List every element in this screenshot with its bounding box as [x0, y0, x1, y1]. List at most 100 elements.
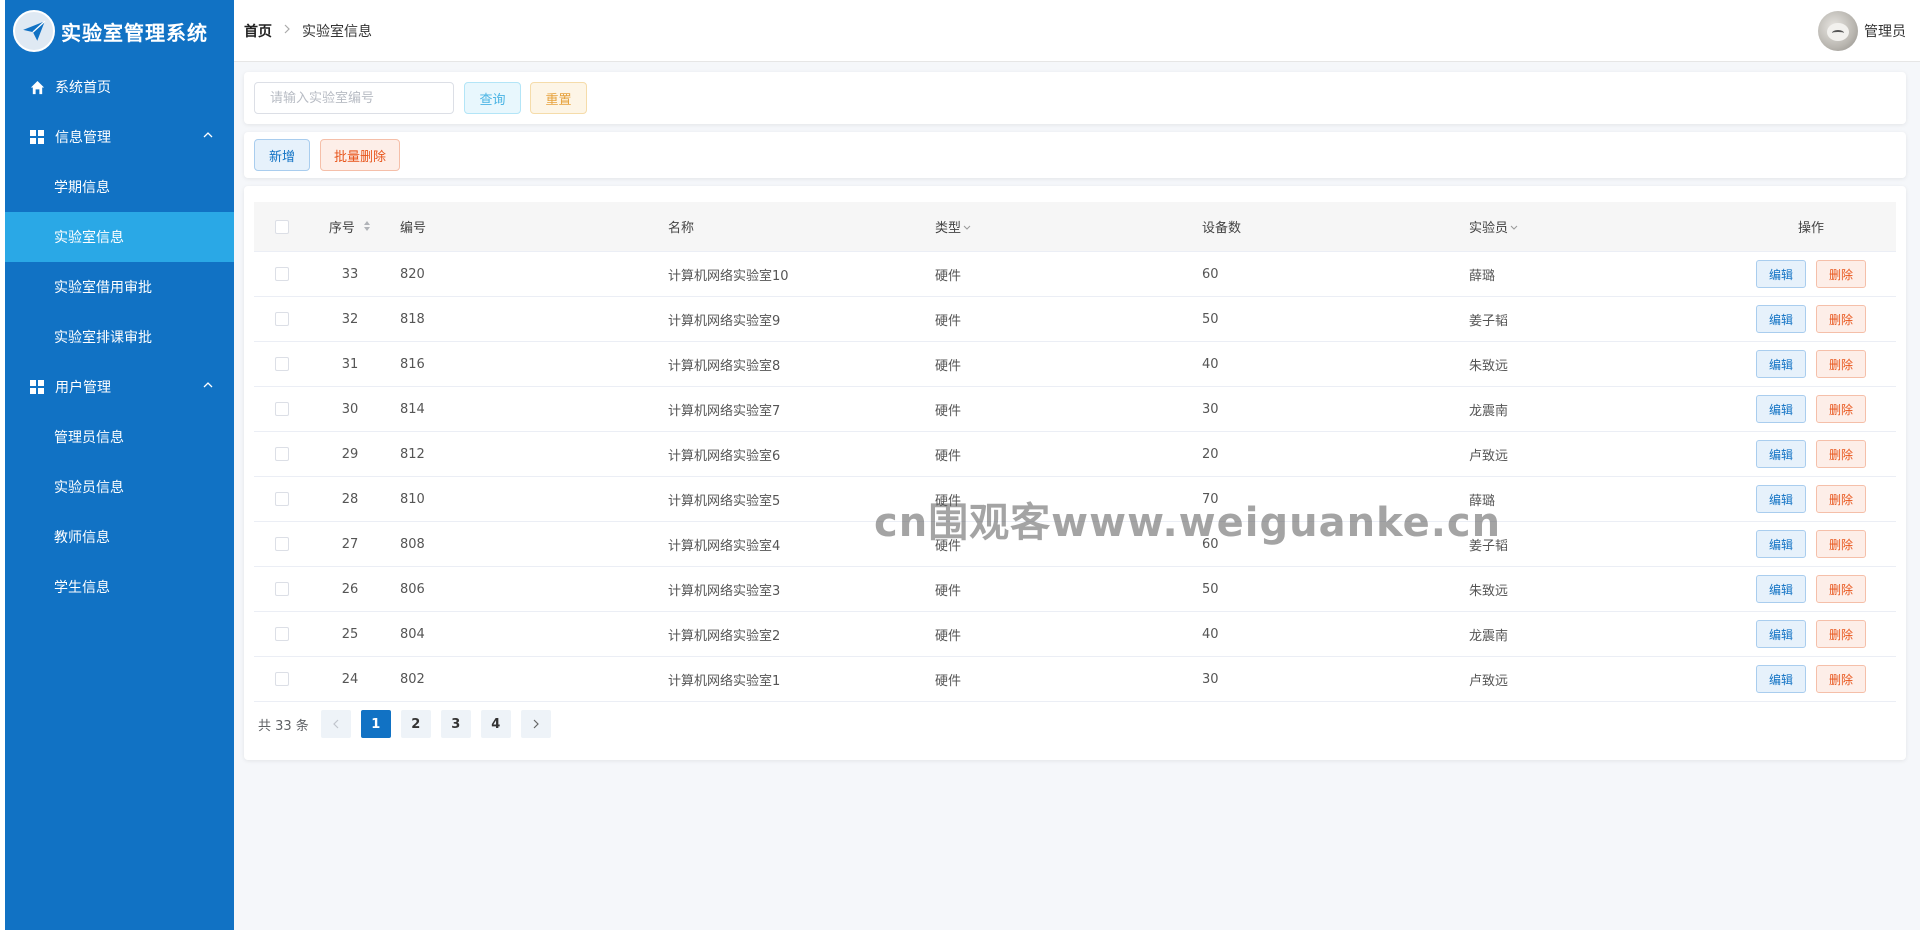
sidebar-item-teacher-info[interactable]: 教师信息 [5, 512, 234, 562]
page-button-3[interactable]: 3 [440, 710, 471, 738]
query-button[interactable]: 查询 [464, 82, 521, 114]
search-panel: 查询 重置 [244, 72, 1906, 124]
cell-code: 816 [400, 356, 425, 372]
cell-staff: 薛璐 [1469, 493, 1496, 509]
sidebar-group-users[interactable]: 用户管理 [5, 362, 234, 412]
edit-button[interactable]: 编辑 [1755, 260, 1806, 288]
row-checkbox[interactable] [275, 267, 289, 281]
delete-button[interactable]: 删除 [1816, 395, 1867, 423]
row-checkbox[interactable] [275, 537, 289, 551]
cell-ops: 编辑 删除 [1726, 440, 1896, 468]
chevron-left-icon [332, 719, 339, 729]
select-all-checkbox[interactable] [275, 219, 289, 234]
cell-name: 计算机网络实验室2 [668, 628, 781, 644]
sidebar-item-student-info[interactable]: 学生信息 [5, 562, 234, 612]
grid-icon [29, 129, 45, 145]
chevron-down-icon[interactable] [1510, 224, 1518, 234]
reset-button[interactable]: 重置 [530, 82, 587, 114]
sidebar-group-label: 用户管理 [55, 380, 111, 396]
delete-button[interactable]: 删除 [1816, 485, 1867, 513]
sidebar-item-lab-schedule-approval[interactable]: 实验室排课审批 [5, 312, 234, 362]
add-button[interactable]: 新增 [254, 139, 310, 171]
row-checkbox[interactable] [275, 447, 289, 461]
prev-page-button[interactable] [320, 710, 351, 738]
sidebar-item-staff-info[interactable]: 实验员信息 [5, 462, 234, 512]
delete-button[interactable]: 删除 [1816, 530, 1867, 558]
chevron-down-icon[interactable] [963, 224, 971, 234]
delete-button[interactable]: 删除 [1816, 260, 1867, 288]
page-list: 1234 [360, 710, 521, 738]
logo[interactable]: 实验室管理系统 [5, 0, 234, 62]
row-checkbox[interactable] [275, 492, 289, 506]
breadcrumb-home[interactable]: 首页 [244, 21, 272, 41]
cell-staff: 姜子韬 [1469, 313, 1509, 329]
column-header-type[interactable]: 类型 [925, 217, 1192, 236]
table-body: 33 820 计算机网络实验室10 硬件 60 薛璐 编辑 删除 32 818 计算机网络实验室9 硬… [254, 252, 1896, 702]
chevron-up-icon [202, 379, 214, 395]
cell-index: 26 [341, 581, 359, 597]
sidebar-group-info[interactable]: 信息管理 [5, 112, 234, 162]
cell-name: 计算机网络实验室1 [668, 673, 781, 689]
column-header-staff[interactable]: 实验员 [1459, 217, 1726, 236]
table-row: 32 818 计算机网络实验室9 硬件 50 姜子韬 编辑 删除 [254, 297, 1896, 342]
cell-type: 硬件 [935, 268, 962, 284]
header: 首页 实验室信息 管理员 [234, 0, 1920, 62]
row-checkbox[interactable] [275, 672, 289, 686]
cell-code: 806 [400, 581, 425, 597]
cell-index: 27 [341, 536, 359, 552]
delete-button[interactable]: 删除 [1816, 575, 1867, 603]
edit-button[interactable]: 编辑 [1755, 665, 1806, 693]
table-row: 33 820 计算机网络实验室10 硬件 60 薛璐 编辑 删除 [254, 252, 1896, 297]
row-checkbox[interactable] [275, 402, 289, 416]
avatar[interactable] [1818, 11, 1858, 51]
delete-button[interactable]: 删除 [1816, 440, 1867, 468]
page-button-1[interactable]: 1 [360, 710, 391, 738]
edit-button[interactable]: 编辑 [1755, 530, 1806, 558]
sidebar-item-label: 实验员信息 [54, 480, 124, 496]
sidebar-item-label: 实验室借用审批 [54, 280, 152, 296]
row-checkbox[interactable] [275, 627, 289, 641]
paper-plane-icon [13, 10, 55, 52]
column-header-index[interactable]: 序号 [310, 217, 390, 237]
chevron-right-icon [533, 719, 539, 729]
sidebar-item-semester[interactable]: 学期信息 [5, 162, 234, 212]
column-label: 序号 [328, 220, 355, 236]
cell-index: 25 [341, 626, 359, 642]
delete-button[interactable]: 删除 [1816, 350, 1867, 378]
row-checkbox[interactable] [275, 582, 289, 596]
search-input[interactable] [254, 82, 454, 114]
edit-button[interactable]: 编辑 [1755, 440, 1806, 468]
cell-type: 硬件 [935, 403, 962, 419]
page-button-2[interactable]: 2 [400, 710, 431, 738]
cell-ops: 编辑 删除 [1726, 485, 1896, 513]
user-menu[interactable]: 管理员 [1818, 11, 1906, 51]
cell-staff: 龙震南 [1469, 628, 1509, 644]
cell-code: 802 [400, 671, 425, 687]
row-checkbox[interactable] [275, 312, 289, 326]
row-checkbox[interactable] [275, 357, 289, 371]
edit-button[interactable]: 编辑 [1755, 395, 1806, 423]
pagination-total: 共 33 条 [258, 718, 309, 734]
page-button-4[interactable]: 4 [480, 710, 511, 738]
sidebar-item-lab-info[interactable]: 实验室信息 [5, 212, 234, 262]
delete-button[interactable]: 删除 [1816, 665, 1867, 693]
sort-caret-icon[interactable] [363, 220, 371, 236]
delete-button[interactable]: 删除 [1816, 305, 1867, 333]
delete-button[interactable]: 删除 [1816, 620, 1867, 648]
sidebar-item-label: 学生信息 [54, 580, 110, 596]
edit-button[interactable]: 编辑 [1755, 575, 1806, 603]
sidebar-item-admin-info[interactable]: 管理员信息 [5, 412, 234, 462]
sidebar-group-label: 信息管理 [55, 130, 111, 146]
edit-button[interactable]: 编辑 [1755, 485, 1806, 513]
edit-button[interactable]: 编辑 [1755, 620, 1806, 648]
edit-button[interactable]: 编辑 [1755, 350, 1806, 378]
batch-delete-button[interactable]: 批量删除 [320, 139, 400, 171]
cell-name: 计算机网络实验室5 [668, 493, 781, 509]
cell-type: 硬件 [935, 628, 962, 644]
next-page-button[interactable] [520, 710, 551, 738]
sidebar-item-lab-borrow-approval[interactable]: 实验室借用审批 [5, 262, 234, 312]
sidebar-item-home[interactable]: 系统首页 [5, 62, 234, 112]
edit-button[interactable]: 编辑 [1755, 305, 1806, 333]
cell-ops: 编辑 删除 [1726, 530, 1896, 558]
sidebar: 实验室管理系统 系统首页 信息管理 学期信息 实验室信息 实验室借用审批 实验室… [5, 0, 234, 930]
